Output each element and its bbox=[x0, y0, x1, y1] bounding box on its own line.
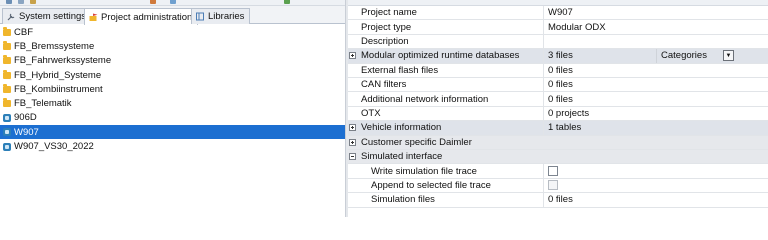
folder-icon bbox=[3, 98, 11, 108]
prop-label: Vehicle information bbox=[357, 121, 544, 135]
prop-label: Additional network information bbox=[357, 92, 544, 106]
toolbar-icon-2[interactable] bbox=[18, 0, 24, 4]
prop-row-description[interactable]: Description bbox=[348, 34, 768, 50]
folder-icon bbox=[3, 55, 11, 65]
prop-label: Append to selected file trace bbox=[357, 178, 544, 193]
project-tree: CBF FB_Bremssysteme FB_Fahrwerkssysteme … bbox=[0, 25, 345, 154]
prop-value[interactable]: 0 files bbox=[544, 193, 768, 206]
prop-value[interactable]: 0 files bbox=[544, 92, 768, 105]
tree-item-fb-fahrwerkssysteme[interactable]: FB_Fahrwerkssysteme bbox=[0, 54, 345, 68]
library-icon bbox=[196, 12, 205, 21]
expand-icon[interactable] bbox=[349, 138, 356, 146]
tree-item-label: FB_Telematik bbox=[14, 98, 72, 110]
tab-label: Project administration bbox=[101, 11, 193, 23]
prop-value[interactable]: 1 tables bbox=[544, 121, 768, 134]
prop-value[interactable]: 0 projects bbox=[544, 107, 768, 120]
tab-project-administration[interactable]: Project administration bbox=[84, 8, 199, 25]
tab-system-settings[interactable]: System settings bbox=[2, 8, 93, 24]
prop-row-modular-db[interactable]: Modular optimized runtime databases 3 fi… bbox=[348, 49, 768, 64]
collapse-icon[interactable] bbox=[349, 153, 356, 161]
prop-row-external-flash[interactable]: External flash files 0 files bbox=[348, 63, 768, 78]
categories-dropdown[interactable]: Categories ▼ bbox=[657, 49, 768, 62]
tree-item-fb-hybrid-systeme[interactable]: FB_Hybrid_Systeme bbox=[0, 68, 345, 82]
write-trace-checkbox[interactable] bbox=[548, 166, 558, 177]
tree-item-fb-telematik[interactable]: FB_Telematik bbox=[0, 96, 345, 110]
prop-label: Project type bbox=[357, 20, 544, 34]
tab-libraries[interactable]: Libraries bbox=[191, 8, 251, 24]
prop-value[interactable]: W907 bbox=[544, 6, 768, 19]
toolbar-icon-3[interactable] bbox=[30, 0, 36, 4]
prop-label: Write simulation file trace bbox=[357, 164, 544, 178]
tab-label: Libraries bbox=[208, 11, 245, 22]
tree-item-fb-kombiinstrument[interactable]: FB_Kombiinstrument bbox=[0, 82, 345, 96]
toolbar-icon-4[interactable] bbox=[150, 0, 156, 4]
prop-label: CAN filters bbox=[357, 78, 544, 92]
prop-row-project-type[interactable]: Project type Modular ODX bbox=[348, 20, 768, 35]
folder-icon bbox=[3, 83, 11, 93]
prop-row-project-name[interactable]: Project name W907 bbox=[348, 6, 768, 21]
tree-item-label: FB_Kombiinstrument bbox=[14, 83, 103, 95]
toolbar-icon-5[interactable] bbox=[170, 0, 176, 4]
tree-item-label: FB_Bremssysteme bbox=[14, 40, 95, 52]
category-simulated-interface[interactable]: Simulated interface bbox=[348, 150, 768, 165]
toolbar-icon-1[interactable] bbox=[6, 0, 12, 4]
tree-item-label: W907_VS30_2022 bbox=[14, 141, 94, 153]
category-customer-specific[interactable]: Customer specific Daimler bbox=[348, 135, 768, 150]
tab-label: System settings bbox=[19, 11, 87, 22]
tree-item-label: 906D bbox=[14, 112, 37, 124]
tree-item-906d[interactable]: 906D bbox=[0, 111, 345, 125]
project-icon bbox=[3, 128, 11, 137]
prop-row-simulation-files[interactable]: Simulation files 0 files bbox=[348, 193, 768, 208]
prop-label: OTX bbox=[357, 106, 544, 121]
prop-row-otx[interactable]: OTX 0 projects bbox=[348, 106, 768, 122]
left-panel: System settings Project administration L… bbox=[0, 6, 345, 217]
categories-label: Categories bbox=[661, 50, 707, 62]
wrench-icon bbox=[7, 12, 16, 21]
tree-item-label: FB_Fahrwerkssysteme bbox=[14, 55, 112, 67]
tree-item-label: CBF bbox=[14, 26, 33, 38]
tree-item-w907-vs30-2022[interactable]: W907_VS30_2022 bbox=[0, 139, 345, 153]
prop-row-vehicle-info[interactable]: Vehicle information 1 tables bbox=[348, 121, 768, 136]
chevron-down-icon[interactable]: ▼ bbox=[723, 50, 734, 62]
folder-icon bbox=[3, 40, 11, 50]
project-icon bbox=[3, 113, 11, 122]
tree-item-label: W907 bbox=[14, 126, 39, 138]
prop-value[interactable]: 0 files bbox=[544, 78, 768, 91]
tree-item-w907[interactable]: W907 bbox=[0, 125, 345, 140]
project-icon bbox=[3, 142, 11, 151]
category-label: Simulated interface bbox=[361, 151, 443, 163]
prop-label: Simulation files bbox=[357, 193, 544, 207]
property-grid: Project name W907 Project type Modular O… bbox=[348, 6, 768, 217]
prop-value[interactable]: 0 files bbox=[544, 64, 768, 77]
expand-icon[interactable] bbox=[349, 124, 356, 132]
tree-item-fb-bremssysteme[interactable]: FB_Bremssysteme bbox=[0, 39, 345, 53]
prop-value[interactable]: Modular ODX bbox=[544, 20, 768, 33]
prop-label: External flash files bbox=[357, 63, 544, 77]
prop-label: Modular optimized runtime databases bbox=[357, 49, 544, 63]
prop-label: Description bbox=[357, 34, 544, 49]
toolbar-icon-6[interactable] bbox=[284, 0, 290, 4]
prop-row-can-filters[interactable]: CAN filters 0 files bbox=[348, 78, 768, 93]
prop-value[interactable] bbox=[544, 35, 768, 48]
expand-icon[interactable] bbox=[349, 52, 356, 60]
prop-row-additional-network[interactable]: Additional network information 0 files bbox=[348, 92, 768, 107]
prop-row-write-sim-trace[interactable]: Write simulation file trace bbox=[348, 164, 768, 179]
tab-bar: System settings Project administration L… bbox=[0, 6, 345, 25]
folder-flag-icon bbox=[89, 13, 98, 22]
prop-value[interactable]: 3 files bbox=[548, 49, 657, 63]
tree-item-label: FB_Hybrid_Systeme bbox=[14, 69, 102, 81]
folder-icon bbox=[3, 26, 11, 36]
prop-label: Project name bbox=[357, 6, 544, 20]
tree-item-cbf[interactable]: CBF bbox=[0, 25, 345, 39]
append-trace-checkbox[interactable] bbox=[548, 180, 558, 191]
prop-row-append-trace[interactable]: Append to selected file trace bbox=[348, 178, 768, 194]
category-label: Customer specific Daimler bbox=[361, 136, 472, 148]
folder-icon bbox=[3, 69, 11, 79]
